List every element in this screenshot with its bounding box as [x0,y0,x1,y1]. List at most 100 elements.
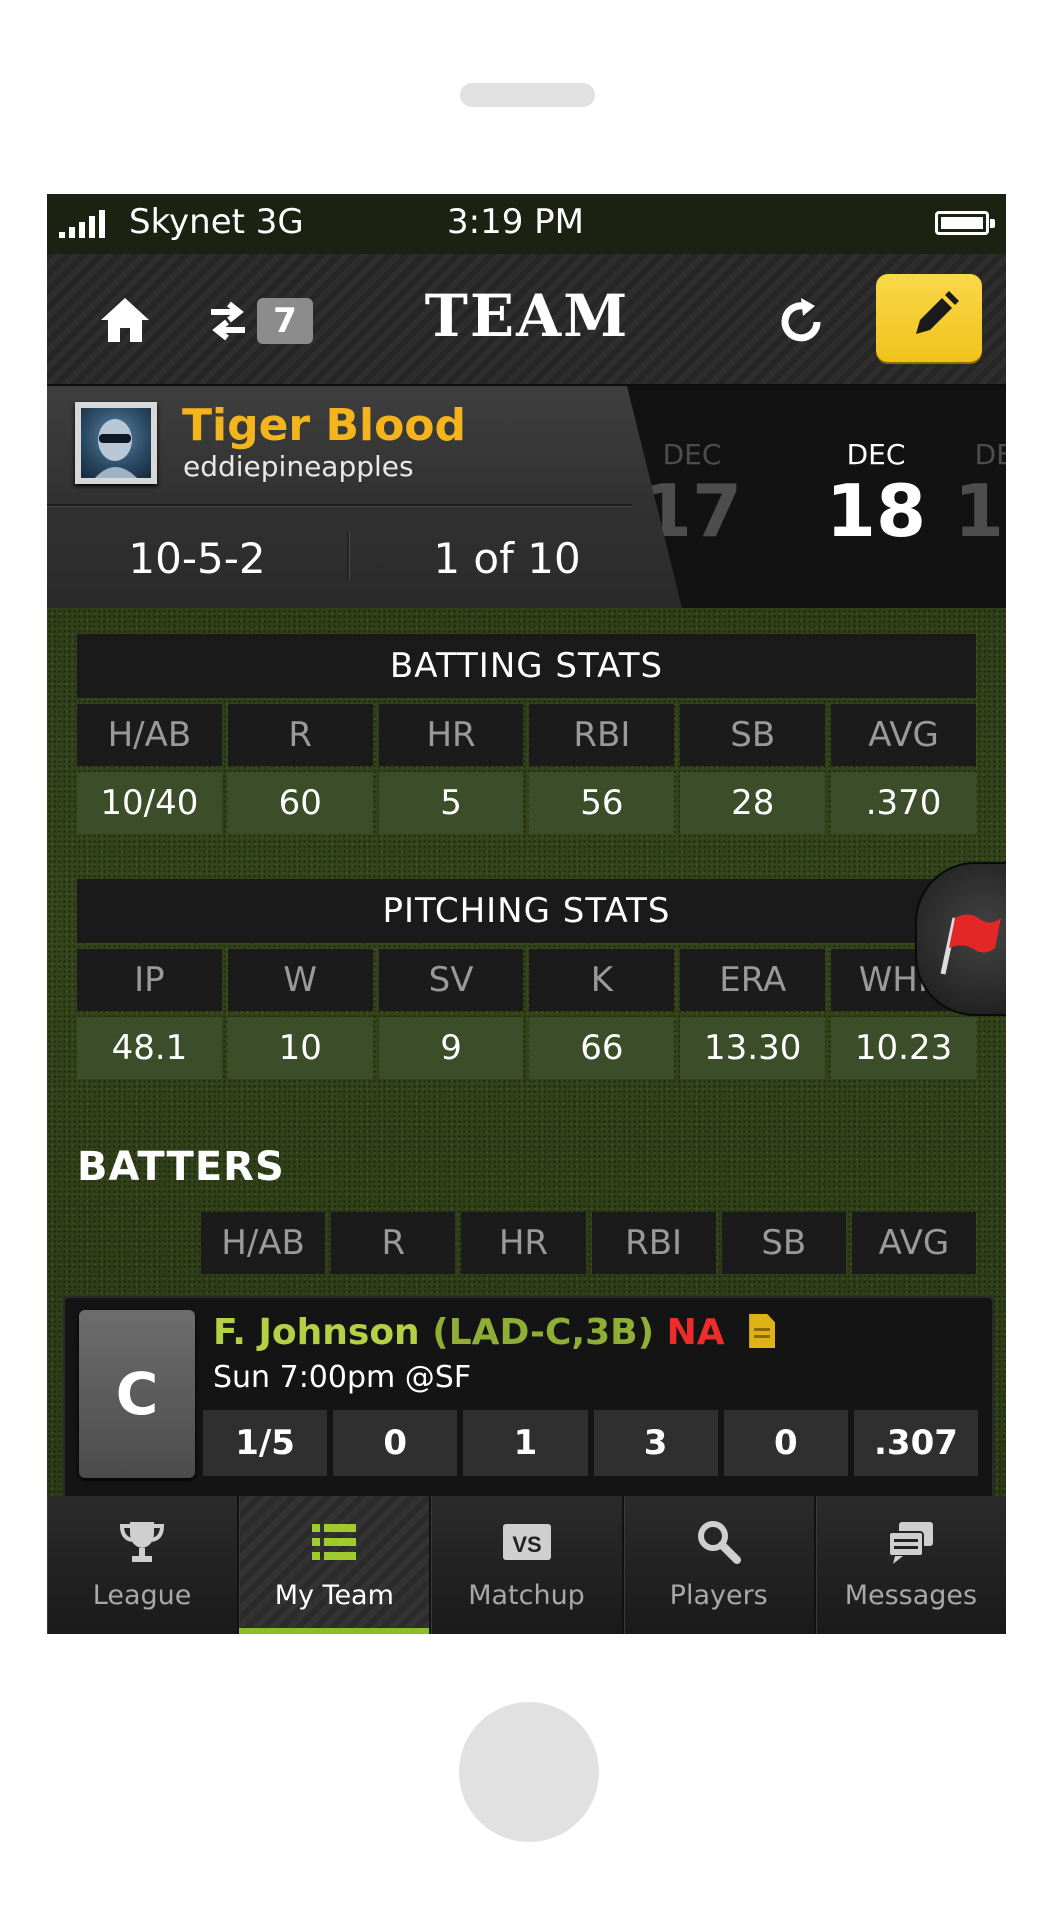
pitching-header-w: W [227,949,373,1011]
batting-header-r: R [227,704,373,766]
home-icon [101,298,149,342]
flag-button[interactable] [915,862,1006,1016]
pitching-header-sv: SV [378,949,524,1011]
player-stat-hab: 1/5 [203,1410,328,1476]
tab-label: Players [669,1580,768,1611]
player-stats-row: 1/5 0 1 3 0 .307 [203,1410,979,1476]
player-team-position: (LAD-C,3B) [432,1312,655,1353]
search-icon [697,1521,741,1564]
batting-header-sb: SB [680,704,826,766]
player-stat-hr: 1 [463,1410,588,1476]
team-owner: eddiepineapples [183,450,414,483]
team-record: 10-5-2 [128,534,266,583]
edit-button[interactable] [876,274,982,362]
phone-speaker [460,83,595,107]
pitching-header-k: K [529,949,675,1011]
tab-players[interactable]: Players [624,1496,816,1634]
batting-header-avg: AVG [831,704,976,766]
batters-header-sb: SB [721,1212,846,1274]
date-current[interactable]: DEC 18 [816,438,936,550]
tab-label: Messages [844,1580,978,1611]
team-header: DEC 17 DEC 18 DEC 19 Tiger Blood e [47,386,1006,608]
carrier-name: Skynet 3G [129,202,304,242]
batting-header-hr: HR [378,704,524,766]
page-title: TEAM [424,282,630,350]
tab-league[interactable]: League [47,1496,240,1634]
divider [47,504,632,506]
batting-stats-title: BATTING STATS [77,634,976,698]
home-button[interactable] [97,294,153,346]
player-name[interactable]: F. Johnson [213,1312,420,1353]
batters-header-hab: H/AB [201,1212,326,1274]
date-current-day: 18 [825,469,927,553]
batting-header-hab: H/AB [77,704,222,766]
swap-arrows-icon [211,301,245,341]
app-screen: Skynet 3G 3:19 PM 7 TEAM DEC 17 DEC 18 D… [47,194,1006,1634]
signal-icon [59,208,105,238]
messages-icon [887,1522,933,1564]
batters-header-row: H/AB R HR RBI SB AVG [201,1212,977,1274]
batting-value-avg: .370 [831,772,976,834]
pitching-header-era: ERA [680,949,826,1011]
player-stat-sb: 0 [723,1410,848,1476]
player-game-time: Sun 7:00pm @SF [213,1360,472,1395]
pitching-value-whip: 10.23 [831,1017,976,1079]
batting-value-rbi: 56 [529,772,675,834]
flag-icon [940,914,1001,975]
date-next-day: 19 [953,469,1006,553]
player-stat-rbi: 3 [593,1410,718,1476]
player-status-badge: NA [666,1312,725,1353]
trades-button[interactable] [207,294,249,346]
pitching-value-k: 66 [529,1017,675,1079]
refresh-button[interactable] [773,294,829,350]
list-icon [312,1524,357,1560]
team-name: Tiger Blood [182,400,467,451]
tab-label: My Team [274,1580,394,1611]
batters-section-title: BATTERS [77,1144,285,1190]
battery-icon [935,211,995,235]
divider [347,532,349,580]
batting-value-sb: 28 [680,772,826,834]
player-info: F. Johnson (LAD-C,3B) NA [213,1312,776,1353]
phone-home-button[interactable] [459,1702,599,1842]
batting-value-r: 60 [227,772,373,834]
nav-bar: 7 TEAM [47,254,1006,386]
date-prev-month: DEC [662,438,722,471]
pencil-icon [916,291,959,334]
tab-messages[interactable]: Messages [816,1496,1006,1634]
status-bar: Skynet 3G 3:19 PM [47,194,1006,254]
position-button[interactable]: C [79,1310,195,1478]
date-next[interactable]: DEC 19 [944,438,1006,550]
tab-label: League [92,1580,192,1611]
pitching-value-w: 10 [227,1017,373,1079]
date-next-month: DEC [974,438,1006,471]
trophy-icon [120,1522,165,1562]
batters-header-avg: AVG [851,1212,977,1274]
pitching-value-era: 13.30 [680,1017,826,1079]
note-icon[interactable] [749,1314,776,1348]
date-current-month: DEC [846,438,906,471]
trades-count-badge: 7 [257,298,313,344]
team-card: Tiger Blood eddiepineapples 10-5-2 1 of … [47,386,682,608]
pitching-stats-table: PITCHING STATS IP W SV K ERA WHIP 48.1 1… [77,879,976,1079]
batting-stats-table: BATTING STATS H/AB R HR RBI SB AVG 10/40… [77,634,976,834]
batting-header-rbi: RBI [529,704,675,766]
pitching-value-sv: 9 [378,1017,524,1079]
player-row[interactable]: C F. Johnson (LAD-C,3B) NA Sun 7:00pm @S… [63,1296,994,1500]
tab-bar: League My Team VS Matchup Players Messag… [47,1496,1006,1634]
pitching-value-ip: 48.1 [77,1017,222,1079]
tab-matchup[interactable]: VS Matchup [431,1496,624,1634]
player-stat-avg: .307 [853,1410,979,1476]
refresh-icon [781,298,821,342]
batters-header-r: R [331,1212,456,1274]
tab-my-team[interactable]: My Team [239,1496,432,1634]
pitching-header-ip: IP [77,949,222,1011]
avatar [75,402,157,484]
pitching-stats-title: PITCHING STATS [77,879,976,943]
player-stat-r: 0 [333,1410,458,1476]
svg-text:VS: VS [512,1532,541,1557]
vs-icon: VS [502,1524,551,1560]
batting-value-hab: 10/40 [77,772,222,834]
team-rank: 1 of 10 [433,534,581,583]
batters-header-hr: HR [461,1212,586,1274]
